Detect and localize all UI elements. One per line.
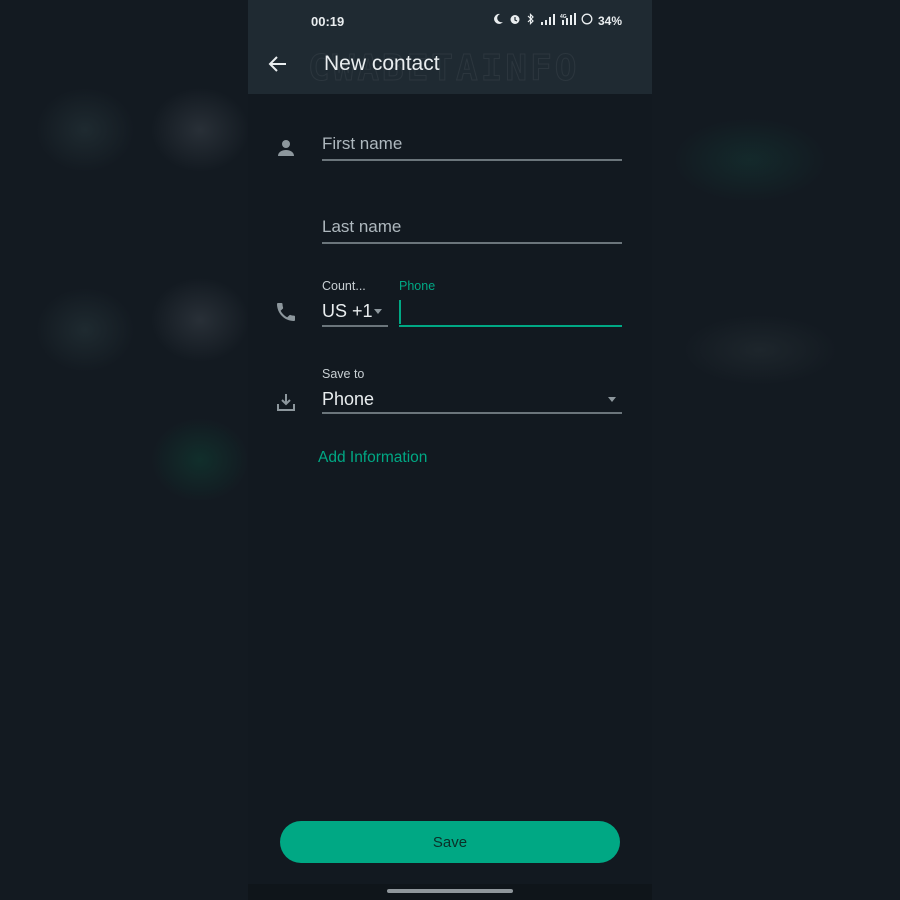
person-icon <box>274 136 298 160</box>
alarm-icon <box>509 13 521 28</box>
home-indicator[interactable] <box>387 889 513 893</box>
svg-text:4G: 4G <box>560 14 567 20</box>
add-information-link[interactable]: Add Information <box>318 449 427 467</box>
back-button[interactable] <box>266 52 290 76</box>
first-name-input[interactable] <box>322 134 622 154</box>
save-button[interactable]: Save <box>280 821 620 863</box>
chevron-down-icon <box>374 309 382 314</box>
download-icon <box>274 390 298 414</box>
navigation-bar <box>248 884 652 900</box>
country-code-value: US +1 <box>322 301 373 321</box>
save-to-label: Save to <box>322 367 365 381</box>
status-time: 00:19 <box>311 14 345 29</box>
last-name-input[interactable] <box>322 217 622 237</box>
save-to-dropdown[interactable]: Phone <box>322 389 622 414</box>
moon-icon <box>492 13 504 28</box>
country-label: Count... <box>322 279 366 293</box>
first-name-field[interactable] <box>322 134 622 161</box>
arrow-left-icon <box>268 56 286 72</box>
country-code-dropdown[interactable]: US +1 <box>322 301 388 327</box>
battery-icon <box>581 13 593 28</box>
save-to-value: Phone <box>322 389 375 409</box>
chevron-down-icon <box>608 397 616 402</box>
battery-percent: 34% <box>597 13 622 28</box>
wifi-signal-icon <box>540 13 555 28</box>
phone-screen: CWABETAINFO 00:19 4G 34% New contact Fir… <box>248 0 652 900</box>
phone-label: Phone <box>399 279 436 293</box>
phone-icon <box>274 300 298 324</box>
text-cursor <box>399 300 401 324</box>
page-title: New contact <box>324 52 440 75</box>
cellular-4g-icon: 4G <box>560 13 576 28</box>
bluetooth-icon <box>526 13 536 28</box>
last-name-field[interactable] <box>322 217 622 244</box>
phone-input[interactable] <box>399 298 622 327</box>
app-bar: CWABETAINFO 00:19 4G 34% New contact <box>248 0 652 94</box>
status-icons: 4G 34% <box>492 13 622 28</box>
